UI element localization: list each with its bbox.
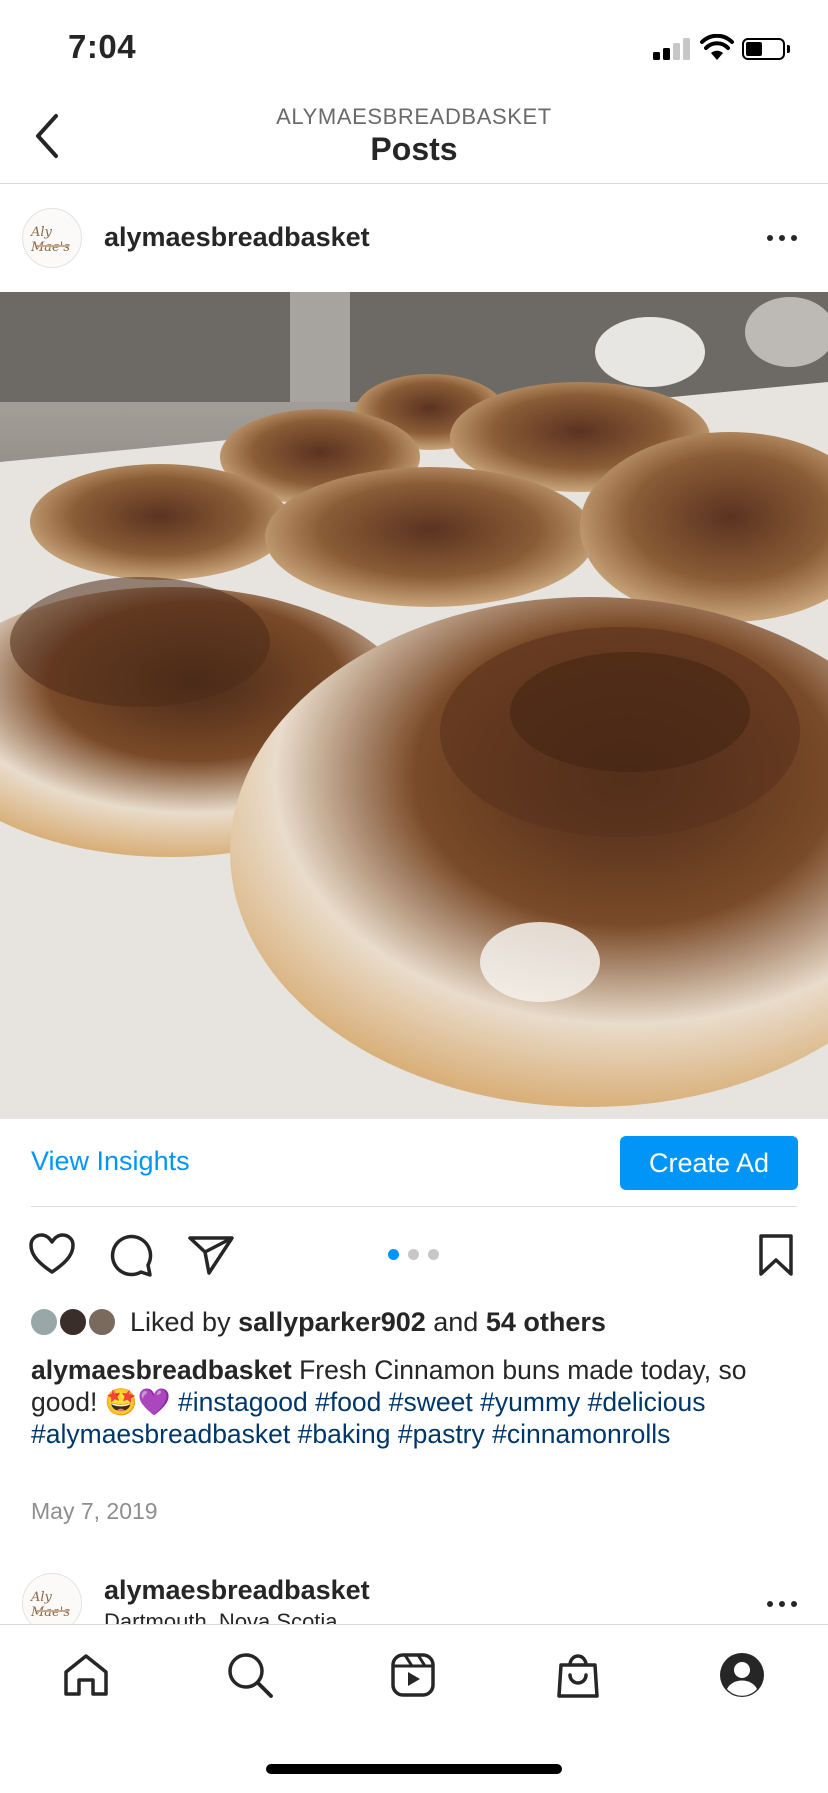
- cellular-signal-icon: [653, 38, 691, 60]
- hashtag[interactable]: #pastry: [398, 1419, 485, 1449]
- profile-icon[interactable]: [718, 1651, 766, 1699]
- home-icon[interactable]: [62, 1652, 110, 1698]
- hashtag[interactable]: #yummy: [480, 1387, 580, 1417]
- share-send-icon[interactable]: [187, 1234, 235, 1276]
- header-divider: [0, 183, 828, 184]
- hashtag[interactable]: #cinnamonrolls: [492, 1419, 670, 1449]
- battery-icon: [742, 38, 791, 62]
- carousel-dot-active: [388, 1249, 399, 1260]
- post-avatar[interactable]: Aly Mae's: [22, 208, 82, 268]
- shop-icon[interactable]: [556, 1650, 600, 1700]
- post-caption: alymaesbreadbasket Fresh Cinnamon buns m…: [31, 1354, 791, 1450]
- next-post-username[interactable]: alymaesbreadbasket: [104, 1575, 370, 1606]
- hashtag[interactable]: #baking: [298, 1419, 391, 1449]
- cinnamon-buns-photo: [0, 292, 828, 1119]
- avatar-logo-text: Aly Mae's: [31, 225, 70, 255]
- liker-username[interactable]: sallyparker902: [238, 1307, 426, 1337]
- liker-avatar: [29, 1307, 59, 1337]
- account-name-header: ALYMAESBREADBASKET: [276, 104, 552, 129]
- save-bookmark-icon[interactable]: [758, 1233, 794, 1277]
- next-post-more-options-icon[interactable]: [767, 1598, 801, 1610]
- create-ad-button[interactable]: Create Ad: [620, 1136, 798, 1190]
- insights-divider: [31, 1206, 797, 1207]
- carousel-dot: [408, 1249, 419, 1260]
- like-heart-icon[interactable]: [28, 1232, 76, 1276]
- liker-avatar: [58, 1307, 88, 1337]
- likes-summary[interactable]: Liked by sallyparker902 and 54 others: [130, 1307, 606, 1338]
- post-image[interactable]: [0, 292, 828, 1119]
- carousel-indicator: [388, 1249, 440, 1260]
- caption-username[interactable]: alymaesbreadbasket: [31, 1355, 292, 1385]
- hashtag[interactable]: #delicious: [588, 1387, 706, 1417]
- comment-icon[interactable]: [108, 1232, 154, 1278]
- hashtag[interactable]: #food: [315, 1387, 381, 1417]
- more-options-icon[interactable]: [767, 232, 801, 244]
- hashtag[interactable]: #sweet: [389, 1387, 473, 1417]
- search-icon[interactable]: [226, 1651, 274, 1699]
- view-insights-link[interactable]: View Insights: [31, 1146, 190, 1177]
- post-date: May 7, 2019: [31, 1498, 158, 1524]
- page-title: Posts: [370, 131, 458, 167]
- home-indicator: [266, 1764, 562, 1774]
- likes-others[interactable]: 54 others: [486, 1307, 606, 1337]
- reels-icon[interactable]: [390, 1652, 436, 1698]
- status-time: 7:04: [68, 28, 137, 65]
- carousel-dot: [428, 1249, 439, 1260]
- hashtag[interactable]: #instagood: [178, 1387, 308, 1417]
- liker-avatar: [87, 1307, 117, 1337]
- wifi-icon: [700, 34, 734, 60]
- hashtag[interactable]: #alymaesbreadbasket: [31, 1419, 290, 1449]
- post-username[interactable]: alymaesbreadbasket: [104, 222, 370, 253]
